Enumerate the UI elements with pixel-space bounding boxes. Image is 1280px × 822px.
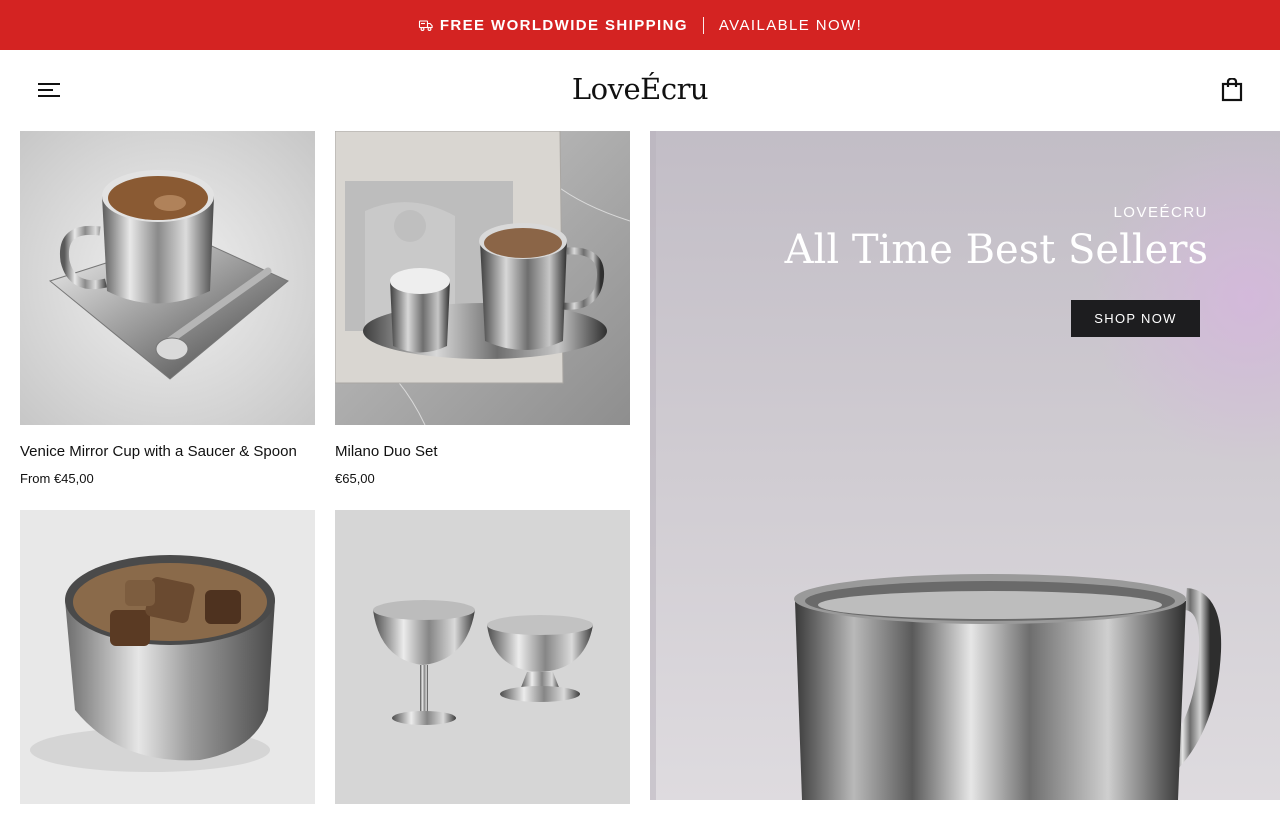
hero-headline: All Time Best Sellers <box>784 227 1208 273</box>
announcement-secondary: AVAILABLE NOW! <box>718 16 863 34</box>
site-header: LoveÉcru <box>0 50 1280 131</box>
hero-eyebrow: LOVEÉCRU <box>1113 204 1208 221</box>
product-title[interactable]: Milano Duo Set <box>335 443 630 460</box>
product-card[interactable]: Milano Duo Set €65,00 <box>335 131 630 486</box>
product-image[interactable] <box>335 131 630 425</box>
hero-banner: LOVEÉCRU All Time Best Sellers SHOP NOW <box>650 131 1280 800</box>
announcement-bar: FREE WORLDWIDE SHIPPING AVAILABLE NOW! <box>0 0 1280 50</box>
truck-icon <box>418 17 434 33</box>
product-title[interactable]: Venice Mirror Cup with a Saucer & Spoon <box>20 443 315 460</box>
product-image[interactable] <box>20 510 315 804</box>
shopping-bag-icon[interactable] <box>1221 77 1243 102</box>
product-image[interactable] <box>335 510 630 804</box>
product-price: From €45,00 <box>20 471 94 486</box>
product-card[interactable]: Venice Mirror Cup with a Saucer & Spoon … <box>20 131 315 486</box>
announcement-primary: FREE WORLDWIDE SHIPPING <box>439 16 688 34</box>
product-price: €65,00 <box>335 471 375 486</box>
announcement-divider <box>702 16 704 34</box>
product-card[interactable] <box>335 510 630 822</box>
product-card[interactable] <box>20 510 315 822</box>
site-logo[interactable]: LoveÉcru <box>0 72 1280 106</box>
product-image[interactable] <box>20 131 315 425</box>
shop-now-button[interactable]: SHOP NOW <box>1071 300 1200 337</box>
